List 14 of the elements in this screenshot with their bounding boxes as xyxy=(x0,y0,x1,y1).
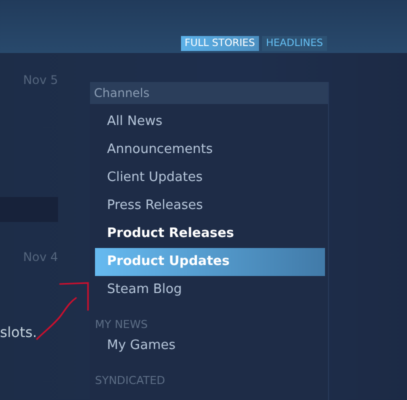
channel-item[interactable]: All News xyxy=(95,108,325,136)
channel-item[interactable]: My Games xyxy=(95,332,325,360)
post-text: slots. xyxy=(0,325,37,341)
channel-item[interactable]: Press Releases xyxy=(95,192,325,220)
section-heading: MY NEWS xyxy=(95,318,149,332)
section-heading: SYNDICATED xyxy=(95,374,166,388)
post-date: Nov 5 xyxy=(23,73,58,87)
channel-item[interactable]: Client Updates xyxy=(95,164,325,192)
channel-item[interactable]: Announcements xyxy=(95,136,325,164)
view-tab[interactable]: HEADLINES xyxy=(262,36,327,51)
panel-title: Channels xyxy=(90,82,328,104)
channel-item[interactable]: Steam Blog xyxy=(95,276,325,304)
channel-item[interactable]: Product Releases xyxy=(95,220,325,248)
post-date: Nov 4 xyxy=(23,250,58,264)
